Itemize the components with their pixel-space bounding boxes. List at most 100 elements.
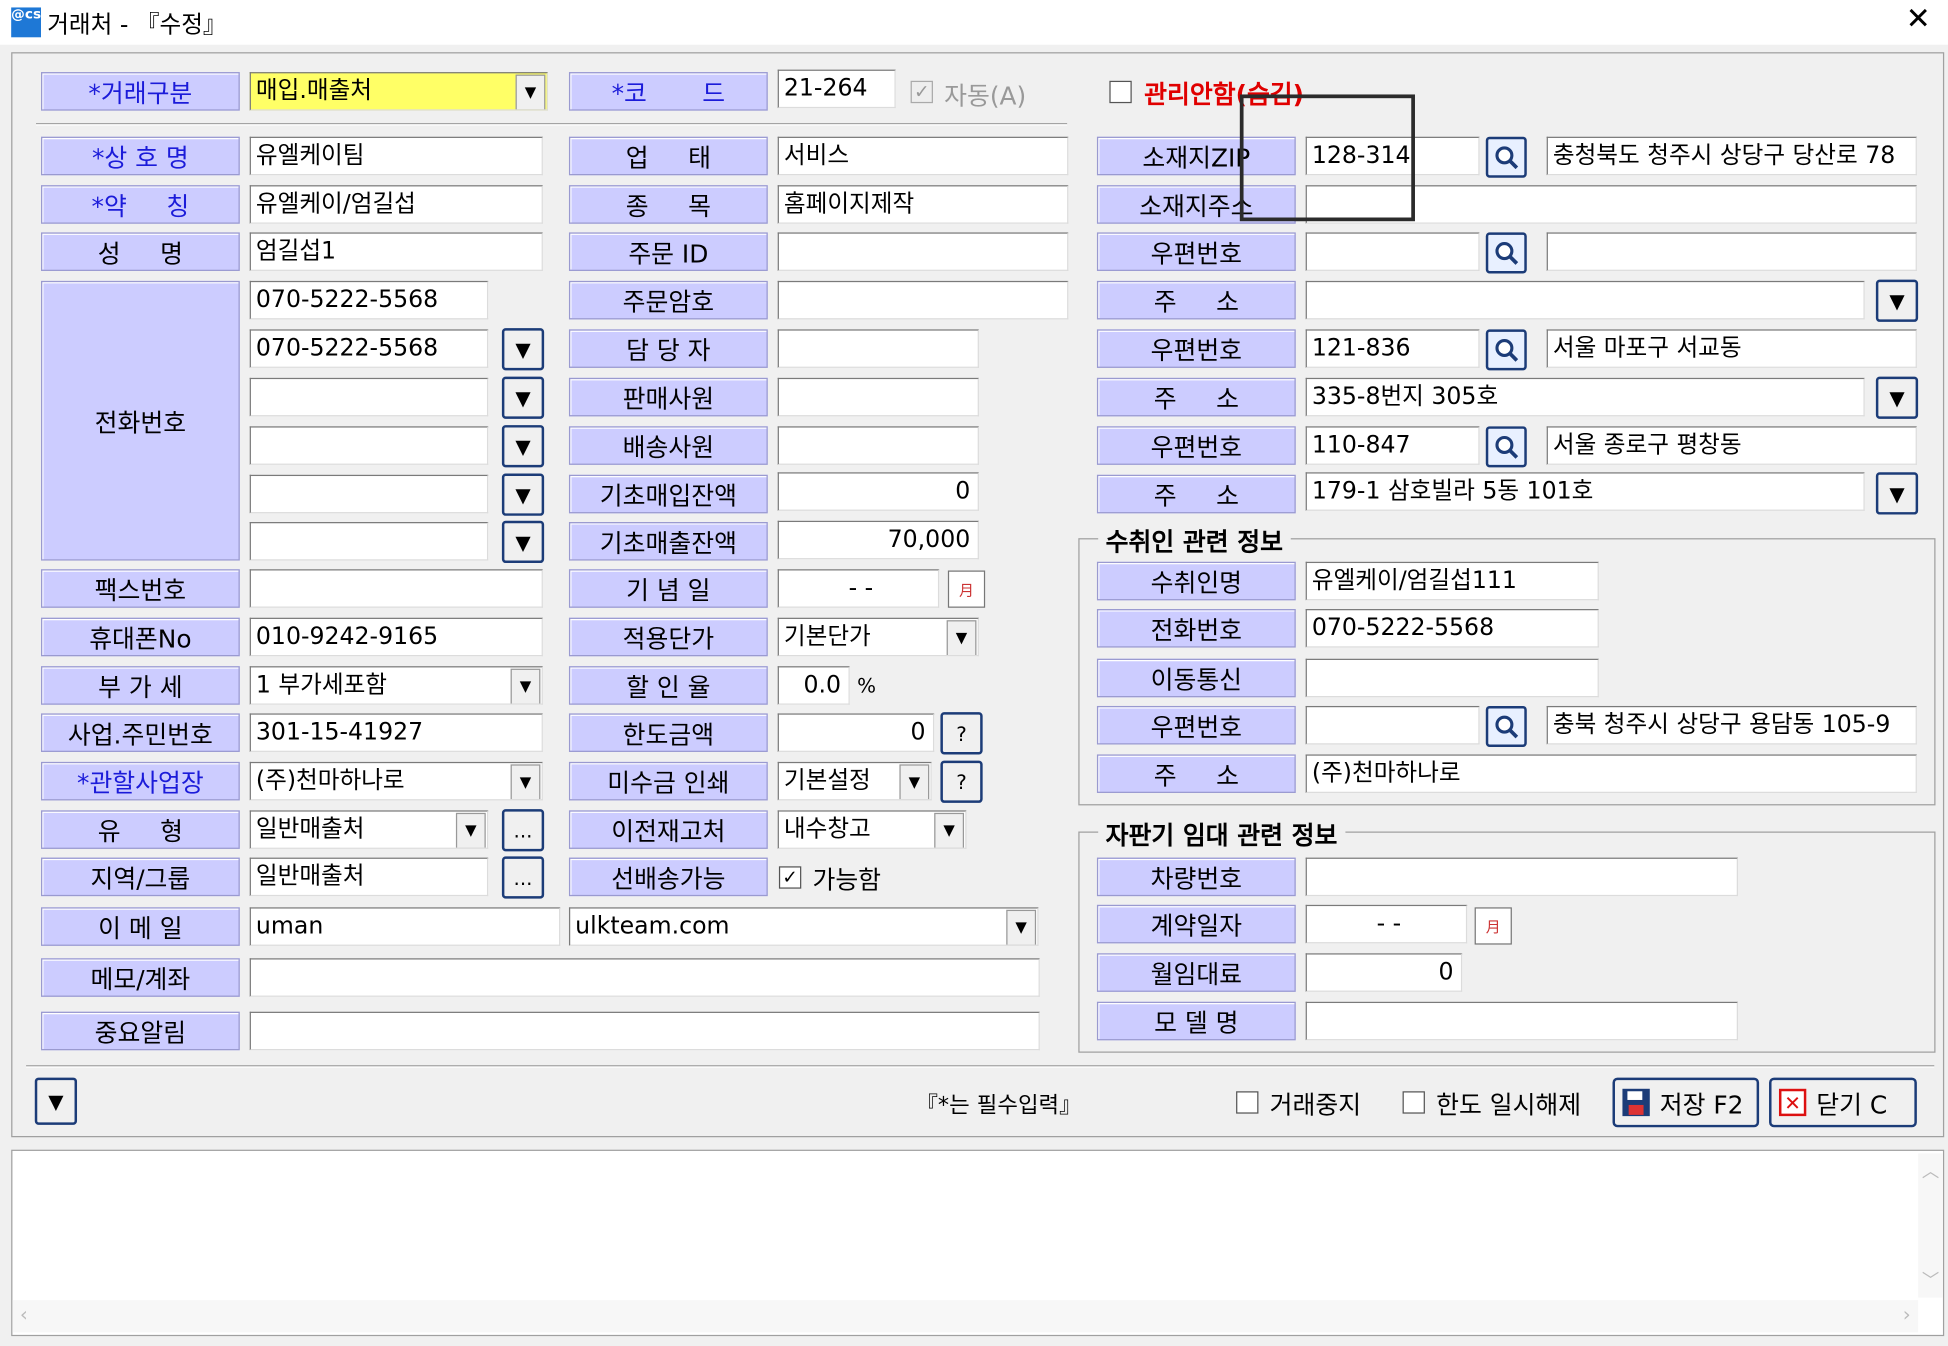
fax-input[interactable]	[249, 569, 543, 608]
sales-input[interactable]	[777, 377, 979, 417]
email-user-input[interactable]: uman	[249, 907, 561, 946]
phone-dropdown-button[interactable]: ▼	[501, 376, 545, 419]
sell-balance-input[interactable]: 70,000	[777, 520, 979, 560]
notice-input[interactable]	[249, 1011, 1040, 1051]
memo-input[interactable]	[249, 958, 1040, 997]
trade-type-label: *거래구분	[40, 72, 240, 111]
limit-input[interactable]: 0	[777, 713, 935, 752]
order-pw-label: 주문암호	[568, 280, 768, 320]
recipient-zip-input[interactable]	[1305, 705, 1480, 745]
horizontal-scrollbar[interactable]: ‹ ›	[12, 1300, 1919, 1333]
phone-dropdown-button[interactable]: ▼	[501, 520, 545, 564]
receivable-select[interactable]: 기본설정 ▼	[777, 761, 932, 801]
zip-search-icon[interactable]	[1485, 136, 1527, 178]
auto-checkbox[interactable]: ✓	[910, 80, 933, 104]
phone-input-4[interactable]	[249, 426, 489, 465]
addr2-dropdown-button[interactable]: ▼	[1875, 376, 1919, 419]
recipient-mobile-input[interactable]	[1305, 658, 1599, 698]
limit-help-button[interactable]: ?	[940, 712, 983, 755]
dropdown-arrow-icon[interactable]: ▼	[934, 812, 965, 848]
phone-input-6[interactable]	[249, 522, 489, 561]
zip2-input[interactable]: 121-836	[1305, 329, 1480, 368]
zip1-address[interactable]	[1546, 232, 1917, 271]
addr1-dropdown-button[interactable]: ▼	[1875, 279, 1919, 322]
mgmt-checkbox[interactable]	[1109, 80, 1132, 104]
zip-search-icon[interactable]	[1485, 705, 1527, 747]
branch-select[interactable]: (주)천마하나로 ▼	[249, 761, 543, 801]
phone-input-5[interactable]	[249, 474, 489, 514]
order-pw-input[interactable]	[777, 280, 1069, 320]
addr1-input[interactable]	[1305, 280, 1865, 320]
model-input[interactable]	[1305, 1001, 1738, 1041]
zip3-address[interactable]: 서울 종로구 평창동	[1546, 426, 1917, 465]
zip-search-icon[interactable]	[1485, 329, 1527, 371]
vat-select[interactable]: 1 부가세포함 ▼	[249, 666, 543, 705]
prev-stock-select[interactable]: 내수창고 ▼	[777, 810, 967, 849]
bizno-input[interactable]: 301-15-41927	[249, 713, 543, 752]
receivable-help-button[interactable]: ?	[940, 760, 983, 803]
region-input[interactable]: 일반매출처	[249, 857, 489, 897]
phone-dropdown-button[interactable]: ▼	[501, 473, 545, 516]
bizno-label: 사업.주민번호	[40, 713, 240, 752]
calendar-icon[interactable]: 月	[947, 570, 986, 608]
email-domain-select[interactable]: ulkteam.com ▼	[568, 907, 1039, 946]
rent-input[interactable]: 0	[1305, 953, 1463, 992]
dropdown-arrow-icon[interactable]: ▼	[510, 668, 541, 704]
zip-search-icon[interactable]	[1485, 232, 1527, 274]
recipient-zip-address[interactable]: 충북 청주시 상당구 용담동 105-9	[1546, 705, 1917, 745]
discount-input[interactable]: 0.0	[777, 666, 850, 705]
stop-trade-checkbox[interactable]	[1236, 1091, 1259, 1114]
dropdown-arrow-icon[interactable]: ▼	[1006, 909, 1037, 945]
dropdown-arrow-icon[interactable]: ▼	[515, 74, 546, 110]
trade-type-select[interactable]: 매입.매출처 ▼	[249, 72, 548, 111]
close-button[interactable]: ✕ 닫기 C	[1769, 1077, 1917, 1128]
title-bar	[0, 0, 1948, 45]
dropdown-arrow-icon[interactable]: ▼	[946, 620, 977, 656]
region-more-button[interactable]: ...	[501, 856, 545, 899]
prepay-checkbox[interactable]: ✓	[778, 866, 802, 889]
recipient-name-input[interactable]: 유엘케이/엄길섭111	[1305, 561, 1599, 601]
zip3-input[interactable]: 110-847	[1305, 426, 1480, 465]
order-id-input[interactable]	[777, 232, 1069, 271]
vertical-scrollbar[interactable]: ︿ ﹀	[1918, 1153, 1943, 1298]
dropdown-arrow-icon[interactable]: ▼	[899, 764, 930, 800]
type-more-button[interactable]: ...	[501, 809, 545, 852]
short-name-input[interactable]: 유엘케이/엄길섭	[249, 185, 543, 224]
phone-input-2[interactable]: 070-5222-5568	[249, 329, 489, 368]
dropdown-arrow-icon[interactable]: ▼	[510, 764, 541, 800]
addr3-dropdown-button[interactable]: ▼	[1875, 472, 1919, 515]
name-input[interactable]: 엄길섭1	[249, 232, 543, 271]
calendar-icon[interactable]: 月	[1474, 907, 1512, 945]
code-input[interactable]: 21-264	[777, 69, 896, 109]
company-input[interactable]: 유엘케이팀	[249, 136, 543, 176]
close-window-icon[interactable]: ✕	[1906, 1, 1931, 36]
recipient-addr-label: 주 소	[1096, 754, 1296, 793]
phone-input-3[interactable]	[249, 377, 489, 417]
contract-input[interactable]: - -	[1305, 904, 1468, 944]
zip-search-icon[interactable]	[1485, 426, 1527, 468]
mobile-input[interactable]: 010-9242-9165	[249, 617, 543, 657]
addr2-input[interactable]: 335-8번지 305호	[1305, 377, 1865, 417]
car-input[interactable]	[1305, 857, 1738, 897]
addr3-input[interactable]: 179-1 삼호빌라 5동 101호	[1305, 472, 1865, 511]
recipient-phone-input[interactable]: 070-5222-5568	[1305, 609, 1599, 648]
phone-dropdown-button[interactable]: ▼	[501, 425, 545, 468]
loc-zip-address[interactable]: 충청북도 청주시 상당구 당산로 78	[1546, 136, 1917, 176]
type-select[interactable]: 일반매출처 ▼	[249, 810, 489, 849]
biz-item-input[interactable]: 홈페이지제작	[777, 185, 1069, 224]
zip2-address[interactable]: 서울 마포구 서교동	[1546, 329, 1917, 368]
recipient-addr-input[interactable]: (주)천마하나로	[1305, 754, 1917, 793]
buy-balance-input[interactable]: 0	[777, 472, 979, 511]
dropdown-arrow-icon[interactable]: ▼	[455, 812, 486, 848]
delivery-input[interactable]	[777, 426, 979, 465]
anniv-input[interactable]: - -	[777, 569, 940, 608]
manager-input[interactable]	[777, 329, 979, 368]
biz-cond-input[interactable]: 서비스	[777, 136, 1069, 176]
limit-release-checkbox[interactable]	[1402, 1091, 1425, 1114]
zip1-input[interactable]	[1305, 232, 1480, 271]
save-button[interactable]: 저장 F2	[1612, 1077, 1760, 1128]
unit-price-select[interactable]: 기본단가 ▼	[777, 617, 979, 657]
phone-dropdown-button[interactable]: ▼	[501, 328, 545, 371]
phone-input-1[interactable]: 070-5222-5568	[249, 280, 489, 320]
expand-button[interactable]: ▼	[34, 1077, 78, 1125]
